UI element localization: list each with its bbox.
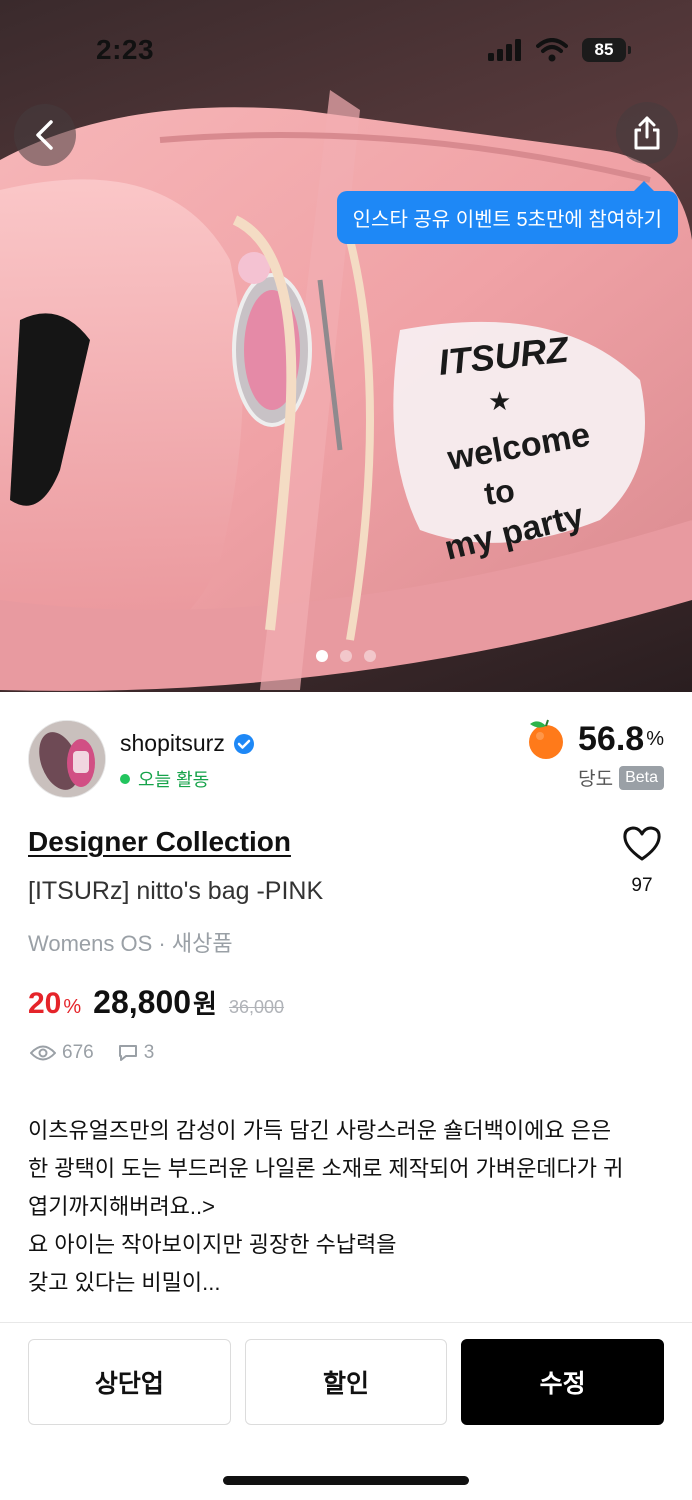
chevron-left-icon xyxy=(36,120,53,150)
share-button[interactable] xyxy=(616,102,678,164)
sweetness-score-unit: % xyxy=(646,727,664,750)
home-indicator xyxy=(223,1476,469,1485)
heart-icon xyxy=(623,826,661,861)
price-row: 20 % 28,800 원 36,000 xyxy=(28,984,284,1021)
view-count: 676 xyxy=(62,1042,94,1063)
product-title: [ITSURz] nitto's bag -PINK xyxy=(28,877,324,905)
description-line: 한 광택이 도는 부드러운 나일론 소재로 제작되어 가벼운데다가 귀 xyxy=(28,1156,624,1181)
product-stats: 676 3 xyxy=(30,1042,154,1064)
avatar[interactable] xyxy=(28,720,106,798)
instagram-share-event-tooltip[interactable]: 인스타 공유 이벤트 5초만에 참여하기 xyxy=(336,181,678,244)
sale-price: 28,800 xyxy=(93,984,192,1020)
product-description[interactable]: 이츠유얼즈만의 감성이 가득 담긴 사랑스러운 숄더백이에요 은은 한 광택이 … xyxy=(28,1112,664,1302)
seller-activity-label: 오늘 활동 xyxy=(138,770,210,790)
product-photo: ITSURZ ★ welcome to my party xyxy=(0,90,692,691)
description-line: 이츠유얼즈만의 감성이 가득 담긴 사랑스러운 숄더백이에요 은은 xyxy=(28,1118,612,1143)
comment-icon xyxy=(118,1045,137,1061)
online-dot-icon xyxy=(120,774,130,784)
photo-text-star: ★ xyxy=(488,387,511,417)
seller-name[interactable]: shopitsurz xyxy=(120,730,225,757)
carousel-dot xyxy=(340,650,352,662)
verified-badge-icon xyxy=(233,733,254,754)
discount-rate: 20 xyxy=(28,987,62,1020)
description-line: 엽기까지해버려요..> xyxy=(28,1194,215,1219)
comment-count: 3 xyxy=(143,1042,155,1063)
battery-icon: 85 xyxy=(582,38,631,62)
carousel-dot xyxy=(364,650,376,662)
price-unit: 원 xyxy=(193,989,217,1019)
carousel-indicator xyxy=(0,650,692,662)
signal-icon xyxy=(488,39,521,61)
carousel-dot xyxy=(316,650,328,662)
seller-activity: 오늘 활동 xyxy=(120,766,209,792)
discount-button[interactable]: 할인 xyxy=(244,1339,448,1425)
original-price: 36,000 xyxy=(228,997,285,1017)
edit-button[interactable]: 수정 xyxy=(461,1339,665,1425)
brand-link[interactable]: Designer Collection xyxy=(28,826,291,858)
description-line: 갖고 있다는 비밀이... xyxy=(28,1270,221,1295)
product-meta: Womens OS · 새상품 xyxy=(28,931,233,956)
sweetness-score[interactable]: 56.8 % 당도 Beta xyxy=(524,718,664,791)
beta-badge: Beta xyxy=(619,765,664,790)
like-count: 97 xyxy=(631,875,653,896)
sweetness-score-value: 56.8 xyxy=(578,719,645,758)
bump-button[interactable]: 상단업 xyxy=(28,1339,231,1425)
status-bar: 2:23 85 xyxy=(0,0,692,100)
share-icon xyxy=(634,116,660,150)
avatar-image xyxy=(29,721,105,797)
sweetness-label: 당도 xyxy=(578,769,614,790)
photo-text-to: to xyxy=(482,472,517,512)
product-image-carousel[interactable]: ITSURZ ★ welcome to my party 2:23 85 인스타… xyxy=(0,0,692,692)
discount-unit: % xyxy=(63,996,82,1018)
bottom-bar-divider xyxy=(0,1322,692,1323)
seller-row[interactable]: shopitsurz 오늘 활동 56.8 % 당도 Beta xyxy=(28,718,664,804)
bottom-action-bar: 상단업 할인 수정 xyxy=(28,1339,665,1425)
seller-name-row[interactable]: shopitsurz xyxy=(120,730,255,757)
eye-icon xyxy=(30,1045,56,1061)
back-button[interactable] xyxy=(14,104,76,166)
wifi-icon xyxy=(536,38,568,62)
like-button[interactable]: 97 xyxy=(620,826,664,897)
orange-fruit-icon xyxy=(529,719,564,759)
status-icons: 85 xyxy=(488,38,631,62)
description-line: 요 아이는 작아보이지만 굉장한 수납력을 xyxy=(28,1232,397,1257)
status-time: 2:23 xyxy=(96,34,155,65)
